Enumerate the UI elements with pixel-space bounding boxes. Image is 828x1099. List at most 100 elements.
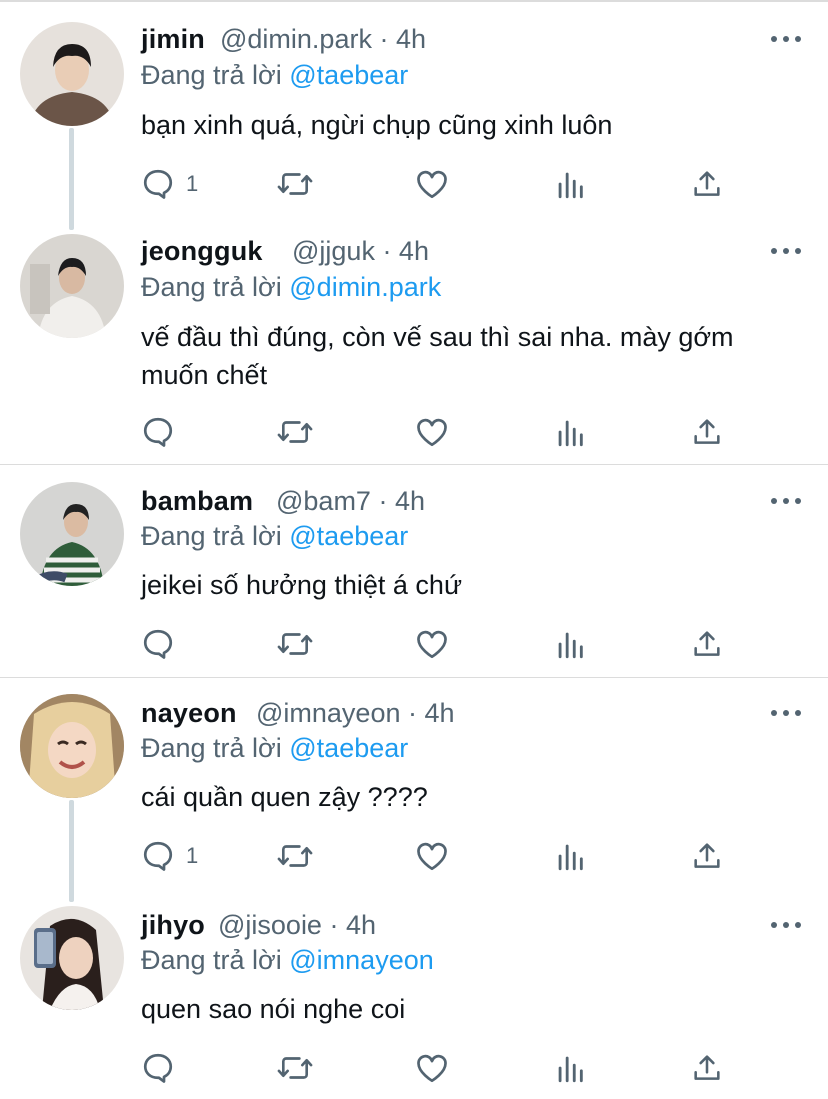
retweet-button[interactable] — [276, 624, 314, 664]
share-upload-icon — [694, 419, 720, 444]
mention-link[interactable]: @imnayeon — [289, 945, 433, 975]
heart-icon — [417, 170, 447, 199]
tweet-separator — [0, 677, 828, 678]
more-dots-icon[interactable] — [770, 34, 802, 44]
tweet-separator — [0, 464, 828, 465]
reply-bubble-icon — [143, 629, 173, 659]
reply-bubble-icon — [143, 841, 173, 871]
retweet-button[interactable] — [276, 1048, 314, 1088]
avatar[interactable] — [20, 694, 124, 798]
reply-bubble-icon — [143, 417, 173, 447]
reply-button[interactable] — [140, 1048, 186, 1088]
views-button[interactable] — [553, 836, 587, 876]
views-button[interactable] — [553, 624, 587, 664]
like-button[interactable] — [414, 836, 450, 876]
views-button[interactable] — [553, 1048, 587, 1088]
replying-to: Đang trả lời @taebear — [141, 60, 408, 91]
handle-time[interactable]: @bam7 · 4h — [276, 486, 425, 517]
reply-bubble-icon — [143, 169, 173, 199]
mention-link[interactable]: @dimin.park — [289, 272, 441, 302]
tweet-text: vế đầu thì đúng, còn vế sau thì sai nha.… — [141, 322, 734, 390]
top-divider — [0, 0, 828, 4]
share-button[interactable] — [690, 836, 724, 876]
action-bar — [0, 412, 828, 452]
heart-icon — [417, 630, 447, 659]
heart-icon — [417, 842, 447, 871]
reply-button[interactable]: 1 — [140, 836, 198, 876]
retweet-icon — [277, 633, 313, 655]
more-dots-icon[interactable] — [770, 496, 802, 506]
avatar[interactable] — [20, 482, 124, 586]
mention-link[interactable]: @taebear — [289, 60, 408, 90]
share-upload-icon — [694, 631, 720, 656]
handle-time[interactable]: @dimin.park · 4h — [220, 24, 426, 55]
share-button[interactable] — [690, 624, 724, 664]
views-chart-icon — [558, 844, 583, 871]
display-name[interactable]: jeongguk — [141, 236, 263, 267]
avatar[interactable] — [20, 906, 124, 1010]
action-bar: 1 — [0, 836, 828, 876]
display-name[interactable]: jimin — [141, 24, 205, 55]
reply-button[interactable] — [140, 624, 186, 664]
mention-link[interactable]: @taebear — [289, 733, 408, 763]
share-upload-icon — [694, 843, 720, 868]
more-dots-icon[interactable] — [770, 708, 802, 718]
tweet-text: bạn xinh quá, ngừi chụp cũng xinh luôn — [141, 110, 613, 140]
reply-button[interactable] — [140, 412, 186, 452]
display-name[interactable]: nayeon — [141, 698, 237, 729]
views-chart-icon — [558, 632, 583, 659]
retweet-icon — [277, 1057, 313, 1079]
replying-to: Đang trả lời @imnayeon — [141, 945, 434, 976]
share-upload-icon — [694, 171, 720, 196]
action-bar — [0, 1048, 828, 1088]
share-button[interactable] — [690, 164, 724, 204]
replying-to: Đang trả lời @taebear — [141, 733, 408, 764]
retweet-icon — [277, 173, 313, 195]
display-name[interactable]: bambam — [141, 486, 253, 517]
retweet-icon — [277, 845, 313, 867]
replying-label: Đang trả lời — [141, 272, 290, 302]
heart-icon — [417, 1054, 447, 1083]
share-upload-icon — [694, 1055, 720, 1080]
retweet-button[interactable] — [276, 836, 314, 876]
share-button[interactable] — [690, 1048, 724, 1088]
action-bar: 1 — [0, 164, 828, 204]
reply-count: 1 — [186, 171, 199, 196]
action-bar — [0, 624, 828, 664]
tweet-text: cái quần quen zậy ???? — [141, 782, 428, 812]
handle-time[interactable]: @jisooie · 4h — [218, 910, 376, 941]
heart-icon — [417, 418, 447, 447]
replying-label: Đang trả lời — [141, 945, 290, 975]
retweet-icon — [277, 421, 313, 443]
replying-label: Đang trả lời — [141, 521, 290, 551]
mention-link[interactable]: @taebear — [289, 521, 408, 551]
replying-to: Đang trả lời @taebear — [141, 521, 408, 552]
retweet-button[interactable] — [276, 164, 314, 204]
replying-label: Đang trả lời — [141, 60, 290, 90]
handle-time[interactable]: @jjguk · 4h — [292, 236, 429, 267]
avatar[interactable] — [20, 22, 124, 126]
views-button[interactable] — [553, 412, 587, 452]
avatar[interactable] — [20, 234, 124, 338]
views-chart-icon — [558, 420, 583, 447]
views-button[interactable] — [553, 164, 587, 204]
reply-button[interactable]: 1 — [140, 164, 198, 204]
like-button[interactable] — [414, 412, 450, 452]
more-dots-icon[interactable] — [770, 246, 802, 256]
views-chart-icon — [558, 172, 583, 199]
like-button[interactable] — [414, 624, 450, 664]
tweet-text: jeikei số hưởng thiệt á chứ — [141, 570, 463, 600]
retweet-button[interactable] — [276, 412, 314, 452]
reply-count: 1 — [186, 843, 199, 868]
more-dots-icon[interactable] — [770, 920, 802, 930]
display-name[interactable]: jihyo — [141, 910, 205, 941]
views-chart-icon — [558, 1056, 583, 1083]
like-button[interactable] — [414, 164, 450, 204]
like-button[interactable] — [414, 1048, 450, 1088]
replying-label: Đang trả lời — [141, 733, 290, 763]
tweet-text: quen sao nói nghe coi — [141, 994, 406, 1024]
reply-bubble-icon — [143, 1053, 173, 1083]
share-button[interactable] — [690, 412, 724, 452]
replying-to: Đang trả lời @dimin.park — [141, 272, 441, 303]
handle-time[interactable]: @imnayeon · 4h — [256, 698, 455, 729]
